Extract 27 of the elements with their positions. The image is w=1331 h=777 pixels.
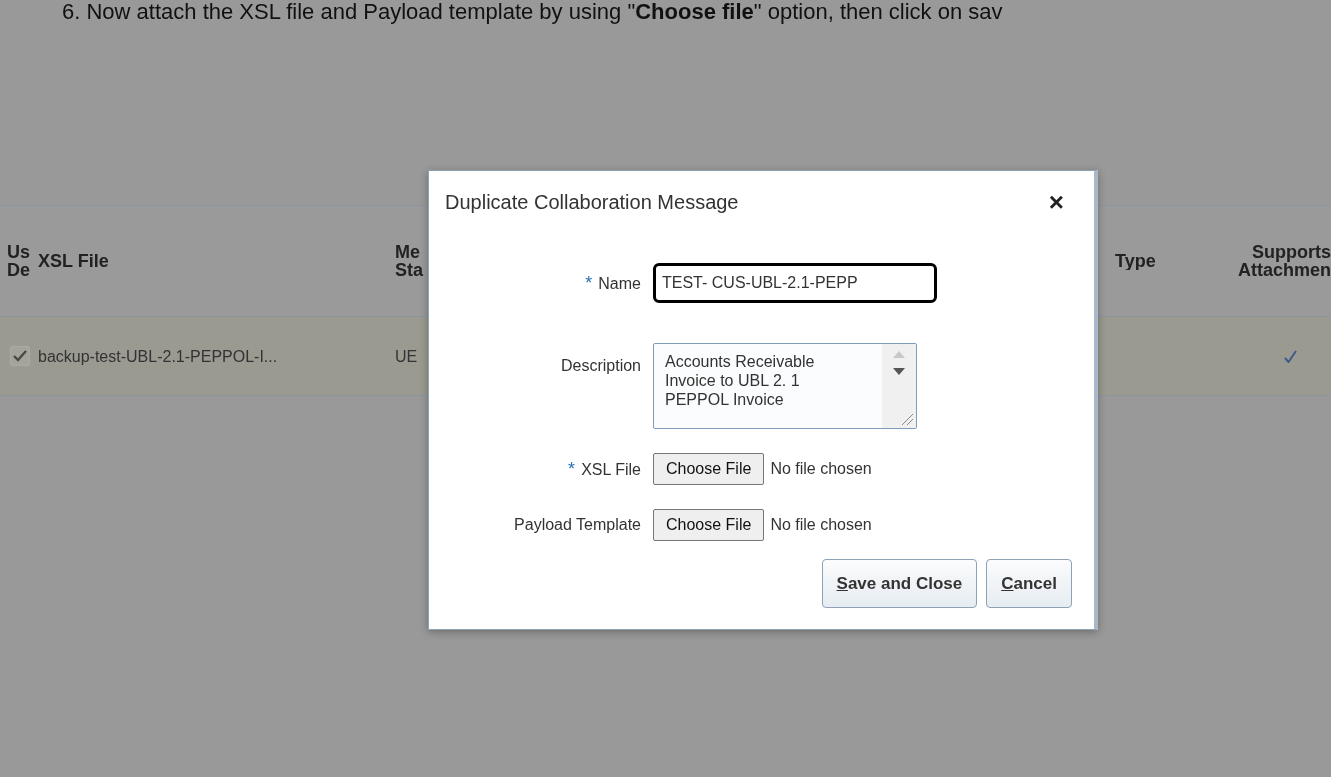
field-label: Name — [598, 274, 641, 292]
choose-file-button[interactable]: Choose File — [653, 509, 765, 541]
instruction-text: 6. Now attach the XSL file and Payload template by using "Choose file" option, then click on sav — [61, 0, 1003, 24]
table-cell: backup-test-UBL-2.1-PEPPOL-I... — [38, 347, 278, 365]
column-header: Supports Attachmen — [1238, 243, 1331, 279]
file-status: No file chosen — [770, 460, 872, 478]
file-status: No file chosen — [770, 516, 872, 534]
dialog-title: Duplicate Collaboration Message — [445, 190, 739, 214]
field-label: Description — [560, 357, 641, 374]
row-checkbox[interactable] — [10, 346, 30, 366]
column-header: Me Sta — [395, 243, 423, 279]
description-field[interactable]: Accounts Receivable Invoice to UBL 2. 1 PEPPOL Invoice — [653, 343, 917, 429]
required-mark: * — [585, 272, 593, 293]
column-header: XSL File — [38, 252, 109, 270]
resize-grip-icon[interactable] — [900, 412, 914, 426]
dialog-button[interactable]: Cancel — [986, 559, 1072, 608]
field-label: Payload Template — [514, 516, 641, 533]
required-mark: * — [568, 458, 576, 479]
column-header: Type — [1115, 252, 1156, 270]
field-label: XSL File — [581, 460, 641, 478]
choose-file-button[interactable]: Choose File — [653, 453, 765, 485]
column-header: Us De — [7, 243, 30, 279]
close-button[interactable]: × — [1040, 189, 1072, 215]
dialog-button[interactable]: Save and Close — [821, 559, 978, 608]
scroll-down-icon[interactable] — [892, 367, 906, 376]
table-cell: UE — [395, 347, 418, 365]
name-field[interactable]: TEST- CUS-UBL-2.1-PEPP — [653, 263, 937, 303]
